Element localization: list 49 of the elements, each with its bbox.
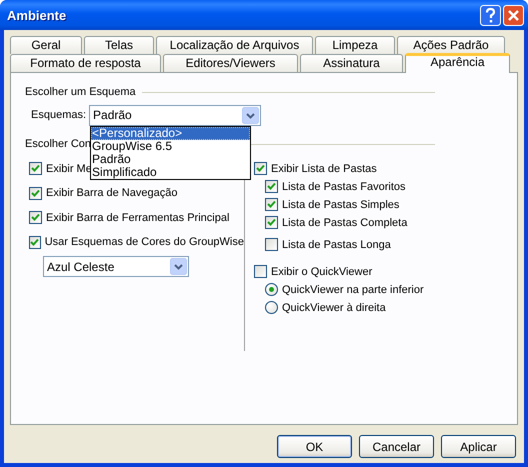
checkbox[interactable] [29, 162, 42, 175]
tab[interactable]: Aparência [405, 53, 510, 73]
dropdown-field[interactable]: Padrão [89, 104, 262, 126]
group-title: Escolher Con [25, 138, 92, 150]
checkbox[interactable] [265, 198, 278, 211]
dialog-button[interactable]: Cancelar [359, 435, 434, 458]
tab[interactable]: Geral [10, 36, 82, 54]
radio-button[interactable] [265, 283, 278, 296]
dialog-button[interactable]: OK [277, 435, 352, 458]
tab[interactable]: Editores/Viewers [163, 54, 298, 72]
checkbox-label: Lista de Pastas Favoritos [282, 180, 406, 192]
checkbox[interactable] [254, 162, 267, 175]
checkbox[interactable] [265, 216, 278, 229]
tab[interactable]: Formato de resposta [10, 54, 161, 72]
checkbox-label: Usar Esquemas de Cores do GroupWise [44, 236, 244, 248]
radio-label: QuickViewer à direita [282, 302, 386, 314]
dropdown-option[interactable]: GroupWise 6.5 [91, 140, 250, 152]
tab[interactable]: Ações Padrão [397, 36, 505, 54]
dialog-button[interactable]: Aplicar [441, 435, 516, 458]
dropdown-value: Padrão [93, 108, 132, 122]
group-title: Escolher um Esquema [25, 86, 136, 98]
checkbox[interactable] [29, 211, 42, 224]
checkbox[interactable] [265, 238, 278, 251]
checkbox-label: Exibir Barra de Ferramentas Principal [46, 212, 230, 224]
tab[interactable]: Limpeza [315, 36, 395, 54]
dropdown-option[interactable]: <Personalizado> [91, 126, 250, 140]
checkbox[interactable] [29, 236, 41, 248]
help-icon[interactable] [480, 4, 501, 26]
checkbox[interactable] [254, 265, 267, 278]
checkbox-label: Exibir Barra de Navegação [46, 187, 178, 199]
checkbox-label: Exibir o QuickViewer [271, 266, 372, 278]
dropdown-field[interactable]: Azul Celeste [43, 256, 189, 277]
dropdown-option[interactable]: Simplificado [91, 166, 250, 178]
window-title: Ambiente [7, 8, 68, 22]
checkbox[interactable] [29, 186, 42, 200]
tab[interactable]: Localização de Arquivos [156, 36, 313, 54]
radio-label: QuickViewer na parte inferior [282, 284, 424, 296]
tab[interactable]: Telas [84, 36, 154, 54]
checkbox-label: Exibir Lista de Pastas [271, 162, 377, 174]
tab[interactable]: Assinatura [300, 54, 403, 72]
dropdown-value: Azul Celeste [47, 260, 114, 274]
field-label: Esquemas: [31, 109, 86, 121]
dropdown-option[interactable]: Padrão [91, 152, 250, 166]
checkbox[interactable] [265, 180, 278, 193]
checkbox-label: Lista de Pastas Completa [282, 216, 408, 228]
close-icon[interactable] [503, 4, 524, 26]
radio-button[interactable] [265, 301, 278, 314]
checkbox-label: Lista de Pastas Longa [282, 238, 391, 250]
checkbox-label: Lista de Pastas Simples [282, 198, 400, 210]
